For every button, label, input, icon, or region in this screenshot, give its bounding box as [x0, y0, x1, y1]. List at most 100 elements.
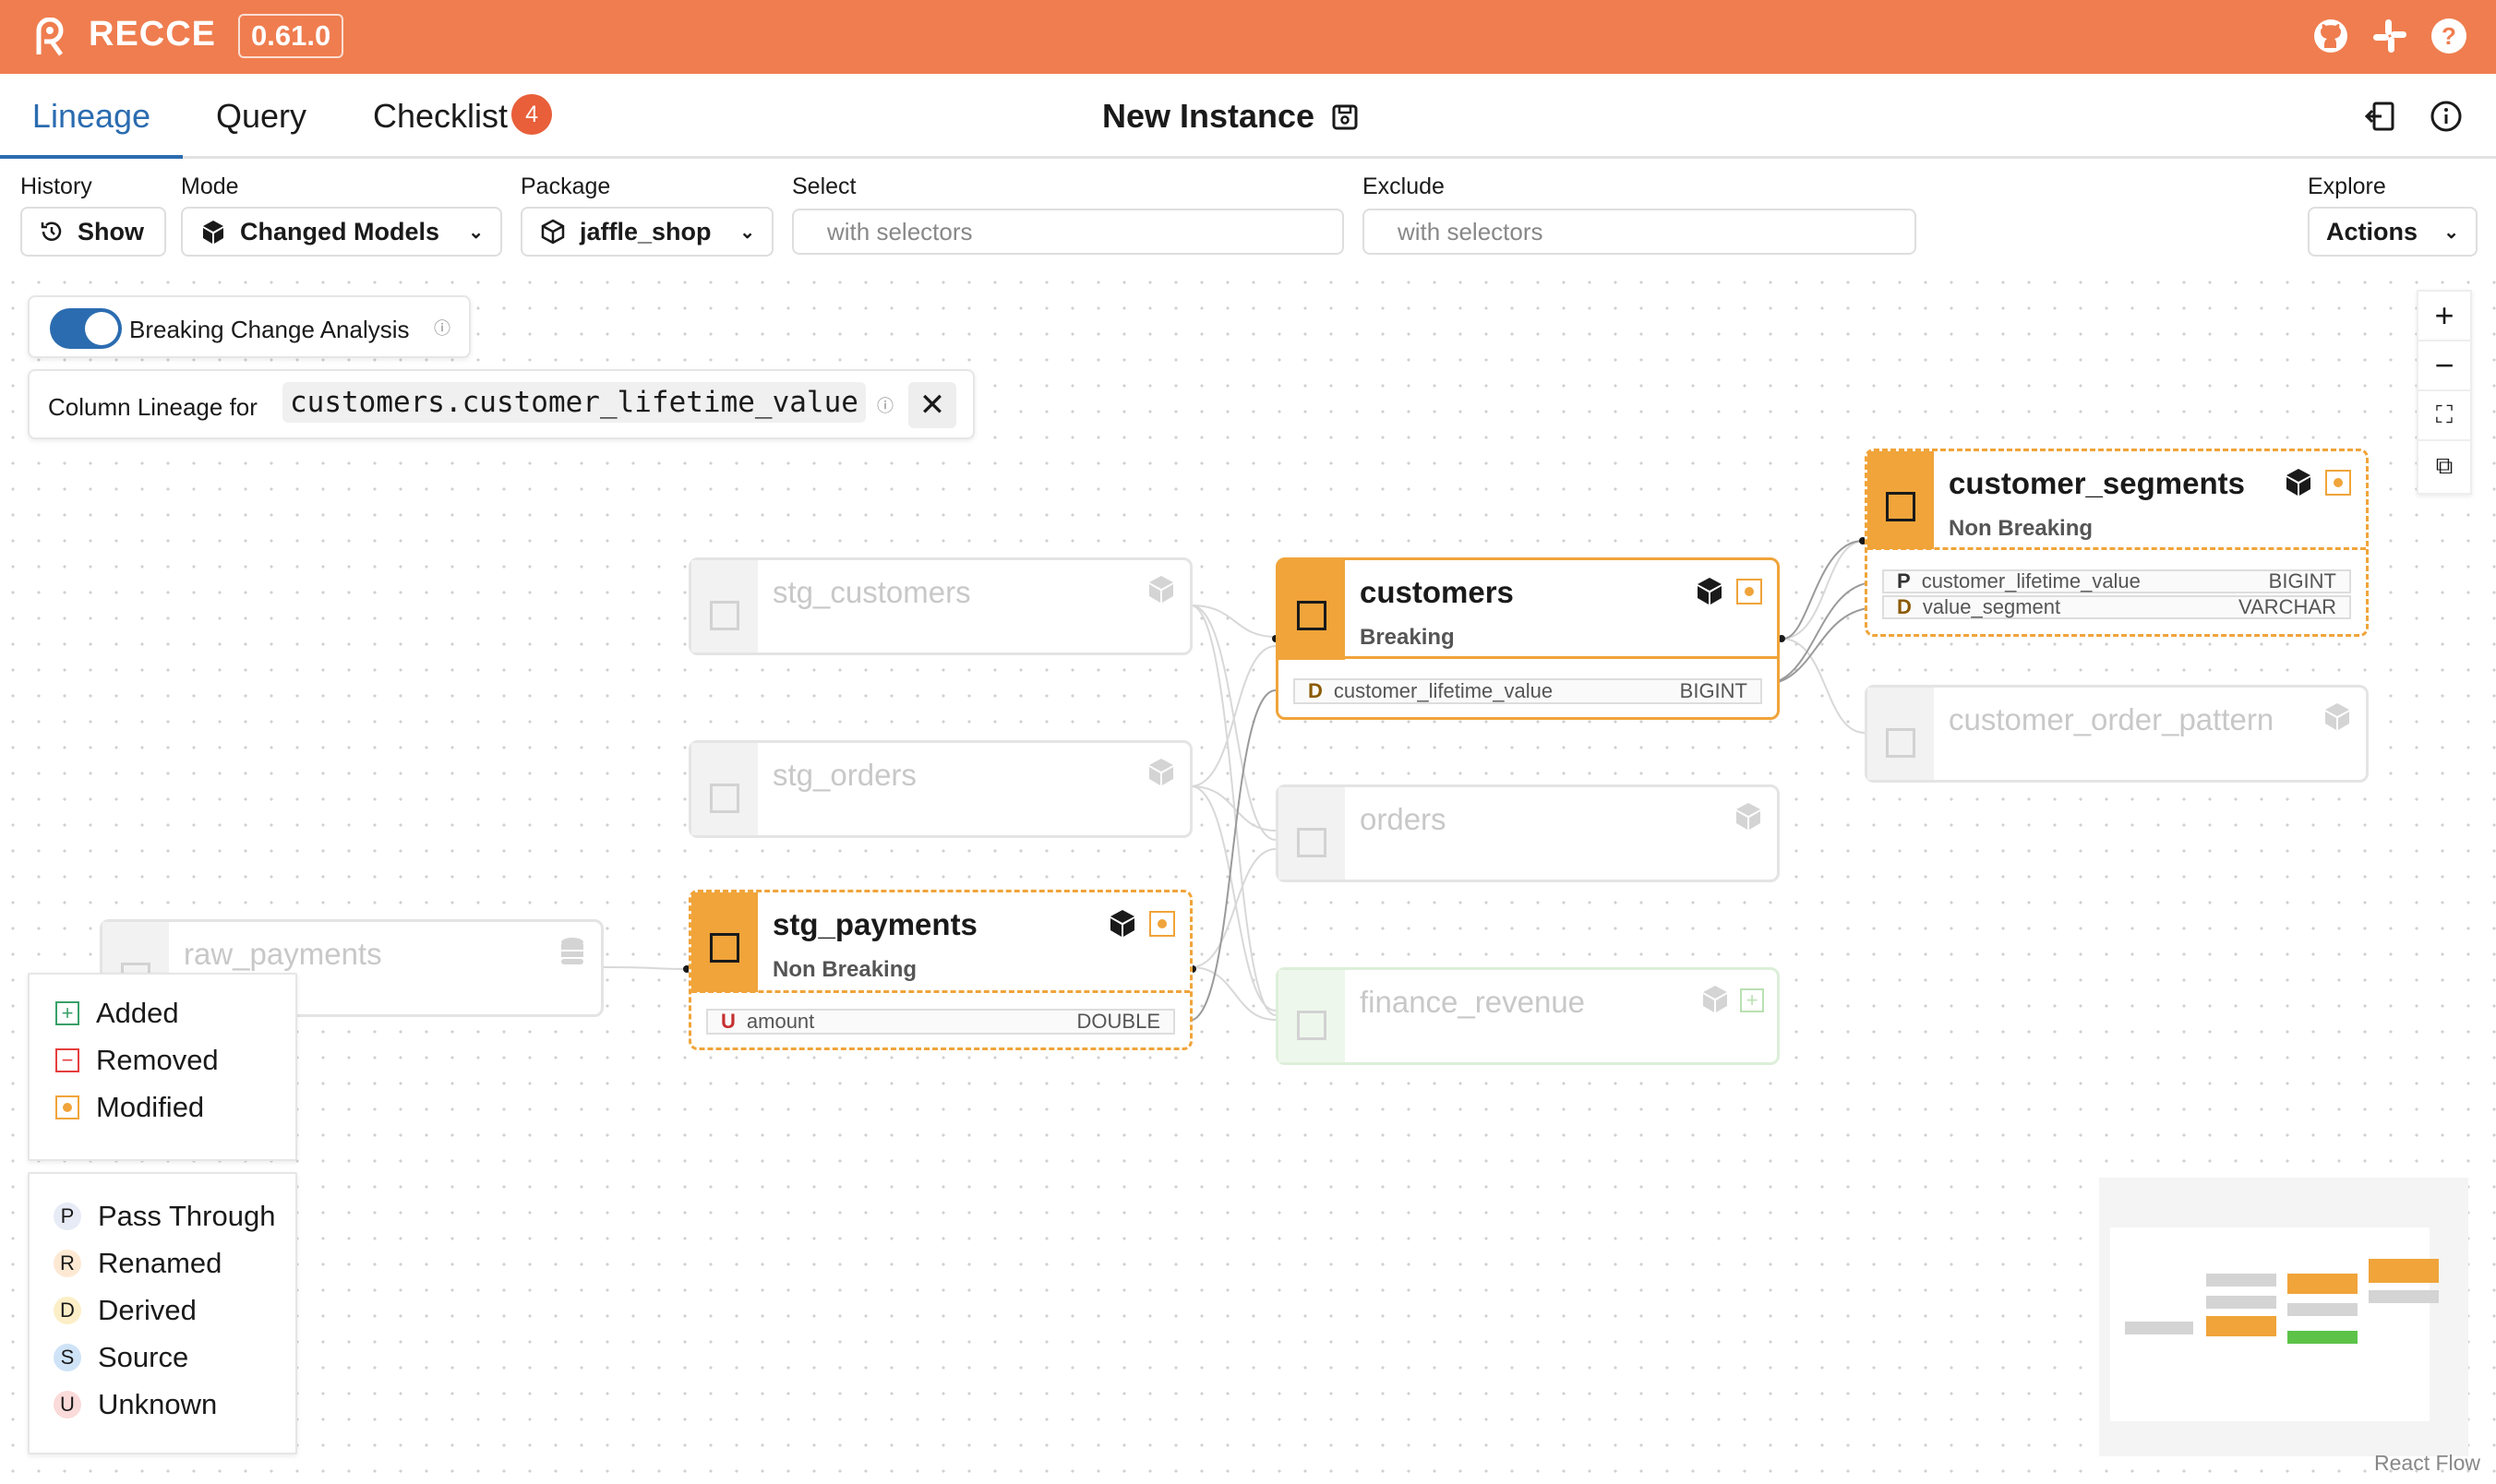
node-finance-revenue[interactable]: finance_revenue + [1276, 967, 1780, 1065]
column-name: value_segment [1922, 595, 2061, 618]
node-name: stg_customers [773, 575, 971, 609]
info-icon[interactable] [2428, 98, 2465, 135]
tab-lineage[interactable]: Lineage [0, 74, 183, 159]
share-icon[interactable] [2363, 98, 2400, 135]
node-name: raw_payments [184, 937, 382, 971]
brand-name: RECCE [89, 15, 217, 54]
legend-letter: D [54, 1296, 81, 1324]
legend-label: Derived [98, 1293, 197, 1326]
column-lineage-column: customers.customer_lifetime_value [282, 382, 866, 423]
node-customer-order-pattern[interactable]: customer_order_pattern [1865, 685, 2369, 783]
node-stg-customers[interactable]: stg_customers [689, 557, 1193, 655]
instance-title: New Instance [1102, 97, 1315, 135]
breaking-change-label: Breaking Change Analysis [129, 316, 410, 343]
node-customer-segments[interactable]: customer_segments Non Breaking P custome… [1865, 449, 2369, 637]
minimap-node [2369, 1290, 2439, 1303]
zoom-out-icon[interactable]: − [2418, 341, 2470, 391]
model-icon [2325, 703, 2349, 730]
info-icon[interactable]: ⓘ [434, 316, 450, 340]
node-checkbox[interactable] [1297, 828, 1326, 857]
legend-label: Modified [96, 1090, 205, 1123]
tab-checklist-label: Checklist [373, 97, 509, 135]
change-legend: + Added − Removed Modified [28, 973, 297, 1161]
mode-label: Mode [181, 174, 239, 199]
node-stg-payments[interactable]: stg_payments Non Breaking U amount DOUBL… [689, 890, 1193, 1050]
modified-icon [55, 1095, 79, 1119]
info-icon[interactable]: ⓘ [877, 393, 894, 417]
close-icon[interactable]: ✕ [908, 382, 956, 428]
column-row[interactable]: U amount DOUBLE [706, 1009, 1175, 1035]
node-orders[interactable]: orders [1276, 784, 1780, 882]
node-checkbox[interactable] [710, 784, 739, 813]
tab-checklist[interactable]: Checklist 4 [373, 74, 553, 159]
minimap-node [2125, 1322, 2193, 1334]
column-name: amount [746, 1010, 815, 1033]
model-icon [1149, 576, 1173, 603]
minimap-node [2206, 1296, 2276, 1309]
legend-removed: − Removed [55, 1036, 295, 1083]
package-label: Package [521, 174, 611, 199]
column-kind: D [1308, 679, 1323, 702]
legend-added: + Added [55, 989, 295, 1036]
slack-icon[interactable] [2370, 17, 2409, 55]
node-status: Breaking [1360, 625, 1455, 650]
column-type: BIGINT [2268, 569, 2336, 592]
column-legend: P Pass Through R Renamed D Derived S Source … [28, 1172, 297, 1454]
minimap-node [2287, 1303, 2358, 1316]
column-name: customer_lifetime_value [1921, 569, 2141, 592]
legend-source: S Source [54, 1334, 295, 1381]
minimap-node [2287, 1274, 2358, 1294]
column-row[interactable]: D customer_lifetime_value BIGINT [1293, 678, 1762, 704]
version-badge: 0.61.0 [238, 14, 344, 58]
node-checkbox[interactable] [710, 933, 739, 963]
exclude-input[interactable]: with selectors [1362, 209, 1916, 255]
minimap-node [2287, 1331, 2358, 1344]
top-bar: RECCE 0.61.0 ? [0, 0, 2496, 74]
minimap[interactable] [2099, 1178, 2468, 1456]
mode-value: Changed Models [240, 217, 440, 245]
copy-image-icon[interactable]: ⧉ [2418, 441, 2470, 491]
tab-query[interactable]: Query [216, 74, 306, 159]
cube-icon [203, 221, 223, 244]
node-checkbox[interactable] [1886, 492, 1915, 521]
node-customers[interactable]: customers Breaking D customer_lifetime_v… [1276, 557, 1780, 720]
legend-unknown: U Unknown [54, 1381, 295, 1428]
node-name: customers [1360, 575, 1514, 609]
history-show-button[interactable]: Show [20, 207, 166, 257]
legend-label: Added [96, 996, 179, 1029]
model-icon [1149, 759, 1173, 785]
chevron-down-icon: ⌄ [2443, 221, 2459, 243]
node-name: customer_order_pattern [1949, 702, 2274, 736]
fit-view-icon[interactable]: ⛶ [2418, 391, 2470, 441]
select-label: Select [792, 174, 857, 199]
node-stg-orders[interactable]: stg_orders [689, 740, 1193, 838]
node-checkbox[interactable] [710, 601, 739, 630]
node-checkbox[interactable] [1297, 601, 1326, 630]
react-flow-attribution[interactable]: React Flow [2374, 1451, 2480, 1476]
save-icon[interactable] [1331, 103, 1359, 131]
node-checkbox[interactable] [1886, 728, 1915, 758]
breaking-change-panel: Breaking Change Analysis ⓘ [28, 295, 471, 358]
recce-logo-icon [36, 18, 64, 56]
model-icon [1703, 986, 1727, 1012]
node-name: stg_payments [773, 907, 978, 941]
package-cube-icon [541, 219, 565, 245]
checklist-count-badge: 4 [511, 94, 553, 136]
mode-select[interactable]: Changed Models ⌄ [181, 207, 502, 257]
node-checkbox[interactable] [1297, 1011, 1326, 1040]
minimap-node [2369, 1259, 2439, 1283]
zoom-in-icon[interactable]: + [2418, 292, 2470, 341]
breaking-change-toggle[interactable] [50, 308, 122, 349]
column-name: customer_lifetime_value [1333, 679, 1554, 702]
column-kind: P [1897, 569, 1911, 592]
legend-letter: R [54, 1249, 81, 1277]
history-icon [41, 221, 62, 241]
select-input[interactable]: with selectors [792, 209, 1344, 255]
help-icon[interactable]: ? [2430, 17, 2468, 55]
package-select[interactable]: jaffle_shop ⌄ [521, 207, 774, 257]
column-row[interactable]: D value_segment VARCHAR [1882, 595, 2351, 619]
column-row[interactable]: P customer_lifetime_value BIGINT [1882, 569, 2351, 593]
actions-button[interactable]: Actions ⌄ [2308, 207, 2478, 257]
zoom-controls: + − ⛶ ⧉ [2417, 290, 2472, 495]
github-icon[interactable] [2311, 17, 2350, 55]
